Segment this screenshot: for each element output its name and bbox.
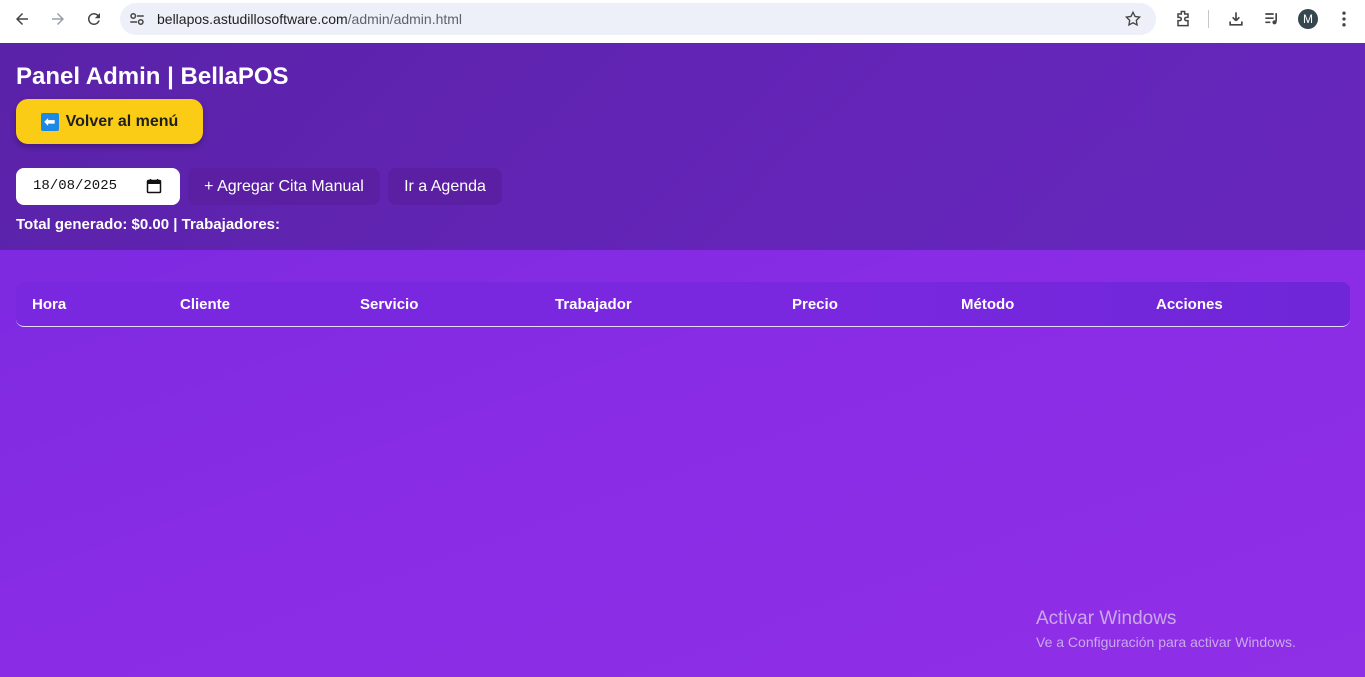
add-manual-appointment-button[interactable]: + Agregar Cita Manual: [188, 168, 380, 205]
profile-avatar[interactable]: M: [1298, 9, 1318, 29]
column-header-trabajador: Trabajador: [555, 296, 632, 313]
windows-activation-watermark: Activar Windows Ve a Configuración para …: [1036, 608, 1296, 650]
column-header-acciones: Acciones: [1156, 296, 1223, 313]
watermark-subtitle: Ve a Configuración para activar Windows.: [1036, 634, 1296, 650]
forward-icon[interactable]: [47, 8, 69, 30]
totals-summary: Total generado: $0.00 | Trabajadores:: [16, 216, 281, 233]
reload-icon[interactable]: [83, 8, 105, 30]
calendar-icon[interactable]: [146, 178, 162, 194]
watermark-title: Activar Windows: [1036, 608, 1177, 629]
toolbar-separator: [1208, 10, 1209, 28]
appointments-table-header: Hora Cliente Servicio Trabajador Precio …: [16, 282, 1350, 327]
back-icon[interactable]: [11, 8, 33, 30]
date-value: 18/08/2025: [33, 178, 118, 194]
column-header-hora: Hora: [32, 296, 67, 313]
back-to-menu-button[interactable]: ⬅ Volver al menú: [16, 99, 203, 144]
back-to-menu-label: Volver al menú: [65, 112, 179, 130]
download-icon[interactable]: [1226, 9, 1246, 29]
page-title: Panel Admin | BellaPOS: [16, 63, 289, 90]
go-to-agenda-button[interactable]: Ir a Agenda: [388, 168, 502, 205]
column-header-servicio: Servicio: [360, 296, 419, 313]
media-icon[interactable]: [1262, 9, 1282, 29]
browser-toolbar: bellapos.astudillosoftware.com/admin/adm…: [0, 0, 1365, 43]
admin-header: Panel Admin | BellaPOS ⬅ Volver al menú …: [0, 43, 1365, 250]
column-header-metodo: Método: [961, 296, 1015, 313]
address-bar[interactable]: bellapos.astudillosoftware.com/admin/adm…: [120, 3, 1156, 35]
column-header-cliente: Cliente: [180, 296, 231, 313]
url-host: bellapos.astudillosoftware.com: [157, 11, 348, 27]
menu-icon[interactable]: [1334, 9, 1354, 29]
column-header-precio: Precio: [792, 296, 838, 313]
url-text: bellapos.astudillosoftware.com/admin/adm…: [157, 11, 462, 27]
date-input[interactable]: 18/08/2025: [16, 168, 180, 205]
bookmark-star-icon[interactable]: [1124, 10, 1142, 28]
url-path: /admin/admin.html: [347, 11, 463, 27]
site-info-icon[interactable]: [128, 10, 146, 28]
extensions-icon[interactable]: [1173, 9, 1193, 29]
page: Panel Admin | BellaPOS ⬅ Volver al menú …: [0, 43, 1365, 677]
back-arrow-icon: ⬅: [40, 112, 59, 131]
